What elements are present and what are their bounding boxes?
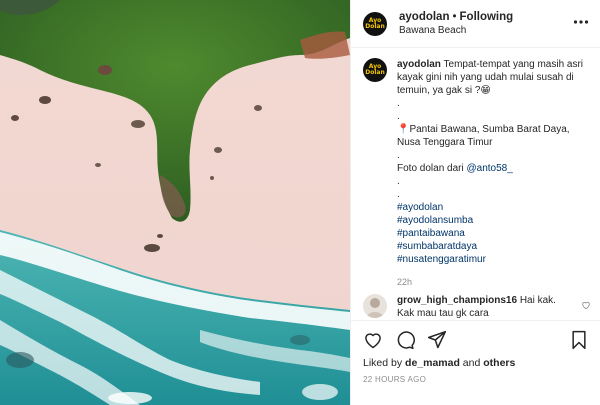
post-side-panel: Ayo Dolan ayodolan • Following Bawana Beac… [350, 0, 600, 405]
likes-prefix: Liked by [363, 357, 406, 369]
commenter-avatar[interactable] [363, 294, 387, 318]
avatar[interactable]: Ayo Dolan [363, 11, 387, 36]
more-options-icon[interactable] [573, 14, 589, 30]
caption-dot: . [397, 98, 400, 109]
post-timestamp[interactable]: 22 HOURS AGO [363, 375, 426, 384]
action-icons [363, 330, 447, 350]
header-username[interactable]: ayodolan [399, 11, 449, 23]
comment-icon[interactable] [395, 330, 415, 350]
comment-like-icon[interactable] [581, 300, 591, 310]
likes-summary: Liked by de_mamad and others [363, 357, 515, 369]
hashtag-link[interactable]: #pantaibawana [397, 227, 585, 240]
hashtag-link[interactable]: #ayodolan [397, 201, 585, 214]
mention-link[interactable]: @anto58_ [467, 163, 513, 174]
hashtag-link[interactable]: #ayodolansumba [397, 214, 585, 227]
post-photo[interactable] [0, 0, 350, 405]
share-icon[interactable] [427, 330, 447, 350]
header-text: ayodolan • Following Bawana Beach [399, 9, 513, 38]
caption-body: ayodolan Tempat-tempat yang masih asri k… [397, 58, 585, 289]
comment-item: grow_high_champions16 Hai kak. Kak mau t… [363, 294, 591, 320]
avatar-logo-text: Ayo Dolan [365, 16, 385, 30]
following-button[interactable]: Following [460, 11, 514, 23]
caption-location-line: 📍Pantai Bawana, Sumba Barat Daya, Nusa T… [397, 124, 570, 148]
header-separator: • [452, 11, 457, 23]
commenter-avatar-image [366, 298, 384, 318]
caption-dot: . [397, 176, 400, 187]
caption-avatar-logo-text: Ayo Dolan [365, 63, 385, 76]
hashtag-link[interactable]: #nusatenggaratimur [397, 253, 585, 266]
caption-username[interactable]: ayodolan [397, 59, 441, 70]
comment-username[interactable]: grow_high_champions16 [397, 295, 517, 306]
likes-middle: and [459, 357, 484, 369]
caption-dot: . [397, 111, 400, 122]
caption-avatar[interactable]: Ayo Dolan [363, 58, 387, 82]
caption-dot: . [397, 189, 400, 200]
caption-dot: . [397, 150, 400, 161]
heart-icon[interactable] [363, 330, 383, 350]
comments-section[interactable]: Ayo Dolan ayodolan Tempat-tempat yang ma… [351, 48, 600, 320]
caption-credit: Foto dolan dari @anto58_ [397, 162, 585, 175]
comment-body: grow_high_champions16 Hai kak. Kak mau t… [397, 294, 567, 320]
caption: Ayo Dolan ayodolan Tempat-tempat yang ma… [363, 58, 591, 289]
post-header: Ayo Dolan ayodolan • Following Bawana Beac… [351, 0, 600, 48]
bookmark-icon[interactable] [569, 330, 589, 350]
post-actions: Liked by de_mamad and others 22 HOURS AG… [351, 320, 600, 405]
hashtag-link[interactable]: #sumbabaratdaya [397, 240, 585, 253]
instagram-post: Ayo Dolan ayodolan • Following Bawana Beac… [0, 0, 600, 405]
caption-time: 22h [397, 277, 413, 287]
beach-aerial-image [0, 0, 350, 405]
credit-prefix: Foto dolan dari [397, 163, 467, 174]
location-link[interactable]: Bawana Beach [399, 24, 513, 38]
likes-others[interactable]: others [483, 357, 515, 369]
liked-by-user[interactable]: de_mamad [405, 357, 460, 369]
